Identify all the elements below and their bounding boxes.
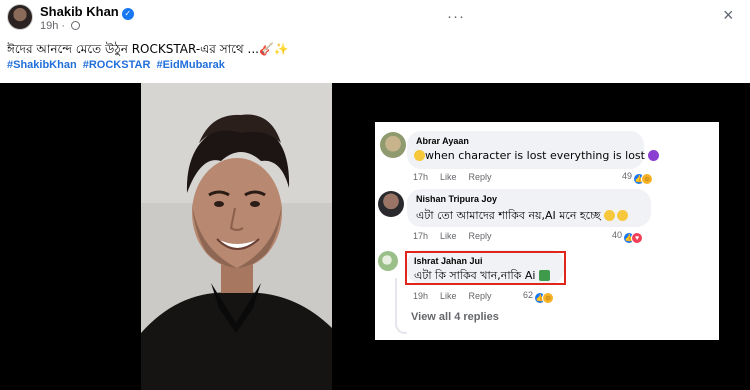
reaction-count: 40	[612, 230, 623, 240]
comment-time[interactable]: 17h	[413, 172, 428, 182]
comment-time[interactable]: 19h	[413, 291, 428, 301]
commenter-name[interactable]: Nishan Tripura Joy	[416, 194, 497, 204]
comment-actions: 19h Like Reply	[413, 291, 504, 301]
comment-text-body: এটা তো আমাদের শাকিব নয়,AI মনে হচ্ছে	[416, 209, 601, 222]
hashtags: #ShakibKhan #ROCKSTAR #EidMubarak	[7, 59, 228, 71]
author-name-text[interactable]: Shakib Khan	[40, 4, 119, 19]
reply-link[interactable]: Reply	[469, 291, 492, 301]
like-link[interactable]: Like	[440, 291, 457, 301]
comment-time[interactable]: 17h	[413, 231, 428, 241]
verified-badge-icon: ✓	[121, 8, 134, 20]
commenter-avatar[interactable]	[378, 251, 398, 271]
hashtag-link[interactable]: #ShakibKhan	[7, 59, 77, 71]
laughing-emoji-icon	[414, 150, 425, 161]
reply-link[interactable]: Reply	[469, 231, 492, 241]
post-meta: 19h ·	[40, 20, 81, 32]
facebook-post: Shakib Khan ✓ 19h · ··· × ঈদের আনন্দে মেত…	[0, 0, 750, 390]
money-bag-emoji-icon	[538, 270, 550, 281]
reply-link[interactable]: Reply	[469, 172, 492, 182]
view-replies-link[interactable]: View all 4 replies	[411, 311, 499, 323]
reaction-count: 49	[622, 171, 633, 181]
smile-emoji-icon	[617, 210, 628, 221]
commenter-avatar[interactable]	[378, 191, 404, 217]
post-text: ঈদের আনন্দে মেতে উঠুন ROCKSTAR-এর সাথে .…	[7, 41, 289, 61]
portrait-illustration	[141, 83, 332, 390]
like-link[interactable]: Like	[440, 172, 457, 182]
public-globe-icon	[71, 21, 81, 30]
reaction-count: 62	[523, 290, 534, 300]
author-avatar[interactable]	[7, 4, 33, 30]
haha-reaction-icon: ☺	[641, 173, 654, 185]
comment-actions: 17h Like Reply	[413, 172, 504, 182]
commenter-avatar[interactable]	[380, 132, 406, 158]
hashtag-link[interactable]: #ROCKSTAR	[83, 59, 151, 71]
reaction-summary[interactable]: 49 👍☺	[622, 171, 654, 185]
commenter-name[interactable]: Ishrat Jahan Jui	[414, 256, 483, 266]
thread-connector	[395, 278, 407, 334]
hashtag-link[interactable]: #EidMubarak	[156, 59, 224, 71]
comment-text: এটা কি সাকিব খান,নাকি Ai	[414, 267, 550, 286]
more-options-button[interactable]: ···	[447, 8, 465, 25]
post-header: Shakib Khan ✓ 19h · ··· × ঈদের আনন্দে মেত…	[0, 0, 750, 83]
comment-text-body: এটা কি সাকিব খান,নাকি Ai	[414, 269, 536, 282]
comment-actions: 17h Like Reply	[413, 231, 504, 241]
post-text-body: ঈদের আনন্দে মেতে উঠুন ROCKSTAR-এর সাথে .…	[7, 42, 259, 56]
commenter-name[interactable]: Abrar Ayaan	[416, 136, 469, 146]
post-time[interactable]: 19h	[40, 20, 58, 32]
haha-reaction-icon: ☺	[542, 292, 555, 304]
smile-emoji-icon	[604, 210, 615, 221]
close-icon[interactable]: ×	[723, 5, 734, 26]
portrait-photo[interactable]	[141, 83, 332, 390]
guitar-sparkle-emoji-icon: 🎸✨	[258, 42, 289, 56]
like-link[interactable]: Like	[440, 231, 457, 241]
love-reaction-icon: ♥	[631, 232, 644, 244]
reaction-summary[interactable]: 40 👍 ♥	[612, 230, 644, 244]
comment-text: when character is lost everything is los…	[414, 149, 660, 162]
author-name[interactable]: Shakib Khan ✓	[40, 4, 134, 20]
comment-text: এটা তো আমাদের শাকিব নয়,AI মনে হচ্ছে	[416, 207, 628, 226]
comments-panel: Abrar Ayaan when character is lost every…	[375, 122, 719, 340]
reaction-summary[interactable]: 62 👍☺	[523, 290, 555, 304]
comment-text-body: when character is lost everything is los…	[425, 149, 645, 162]
devil-emoji-icon	[648, 150, 660, 161]
